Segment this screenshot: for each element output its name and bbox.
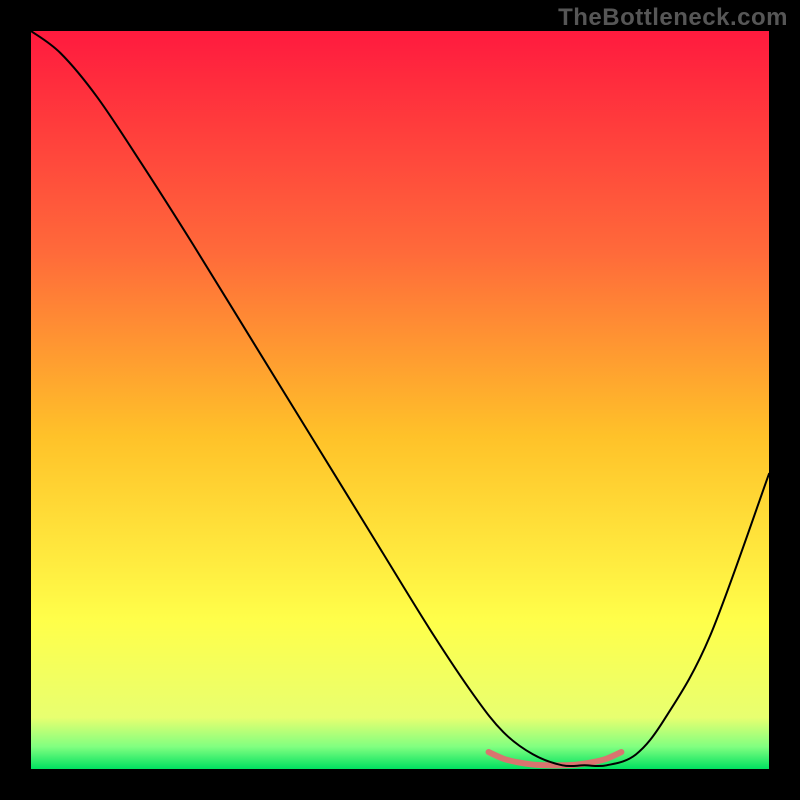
watermark-text: TheBottleneck.com xyxy=(558,4,788,32)
bottleneck-chart xyxy=(31,31,769,769)
chart-container xyxy=(31,31,769,769)
gradient-background xyxy=(31,31,769,769)
